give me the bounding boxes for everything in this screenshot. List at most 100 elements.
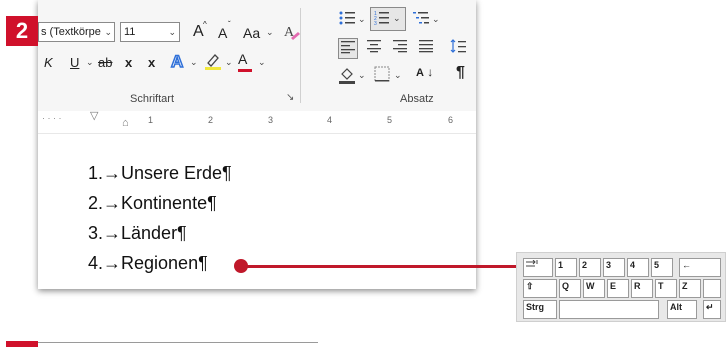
paragraph-group-label: Absatz (400, 93, 434, 105)
bullets-button[interactable] (338, 10, 356, 29)
font-size-value: 11 (124, 26, 136, 38)
line-spacing-button[interactable] (450, 38, 466, 57)
step-number-badge: 2 (6, 16, 38, 46)
chevron-down-icon: ⌄ (358, 14, 366, 24)
key-1: 1 (555, 258, 577, 277)
align-right-button[interactable] (392, 39, 408, 56)
align-center-button[interactable] (366, 39, 382, 56)
clear-formatting-button[interactable]: A (282, 22, 300, 45)
font-color-letter: A (238, 51, 248, 67)
list-item[interactable]: 2.→Kontinente¶ (88, 193, 217, 214)
font-color-button[interactable]: A (238, 51, 252, 72)
callout-line (242, 265, 516, 268)
shading-button[interactable] (338, 66, 356, 87)
highlight-button[interactable] (204, 52, 222, 73)
paint-bucket-icon (339, 68, 355, 84)
keyboard-illustration: 1 2 3 4 5 ← ⇧ Q W E R T Z Strg Alt ↵ (516, 252, 726, 322)
svg-text:A: A (171, 52, 183, 69)
ruler-tick-label: 3 (268, 115, 274, 125)
list-item[interactable]: 4.→Regionen¶ (88, 253, 208, 274)
align-left-button[interactable] (338, 38, 358, 59)
underline-button[interactable]: U (70, 55, 79, 70)
borders-icon (374, 66, 390, 82)
key-e: E (607, 279, 629, 298)
ruler-tick-label: 4 (327, 115, 333, 125)
numbering-button[interactable]: 1 2 3 ⌄ (370, 7, 406, 31)
highlighter-icon (205, 54, 221, 70)
key-2: 2 (579, 258, 601, 277)
key-q: Q (559, 279, 581, 298)
chevron-down-icon: ⌄ (258, 57, 266, 67)
key-4: 4 (627, 258, 649, 277)
subscript-button[interactable]: x (125, 55, 132, 70)
strikethrough-button[interactable]: ab (98, 55, 112, 70)
list-item[interactable]: 1.→Unsere Erde¶ (88, 163, 232, 184)
word-screenshot: s (Textkörpe ⌄ 11 ⌄ A ^ A ˇ Aa ⌄ A K U ⌄… (38, 0, 476, 289)
chevron-down-icon: ⌄ (86, 57, 94, 67)
text-effects-icon: A (170, 51, 184, 72)
sort-arrow-icon: ↓ (427, 65, 434, 79)
grow-arrow-icon: ^ (203, 20, 207, 29)
chevron-down-icon: ⌄ (266, 27, 274, 37)
chevron-down-icon: ⌄ (168, 27, 176, 37)
ribbon-separator (300, 8, 301, 103)
indent-marker-icon[interactable]: ▽ (90, 109, 98, 122)
key-ctrl: Strg (523, 300, 557, 319)
tab-icon (526, 259, 538, 267)
multilevel-list-icon (413, 12, 429, 24)
clear-formatting-icon: A (284, 25, 300, 40)
key-shift: ⇧ (523, 279, 557, 298)
sort-letter: A (416, 67, 424, 79)
chevron-down-icon: ⌄ (394, 70, 402, 80)
key-enter: ↵ (703, 300, 721, 319)
key-r: R (631, 279, 653, 298)
line-spacing-icon (450, 39, 466, 53)
justify-icon (419, 40, 433, 53)
next-screenshot-edge (38, 342, 318, 348)
chevron-down-icon: ⌄ (225, 57, 233, 67)
ruler-tick-label: 5 (387, 115, 393, 125)
text-effects-button[interactable]: A (170, 51, 188, 72)
shrink-arrow-icon: ˇ (228, 20, 231, 29)
shrink-font-button[interactable]: A (218, 25, 227, 41)
font-dialog-launcher-icon[interactable]: ↘ (286, 92, 294, 103)
key-w: W (583, 279, 605, 298)
chevron-down-icon: ⌄ (432, 14, 440, 24)
font-size-box[interactable]: 11 ⌄ (120, 22, 180, 42)
chevron-down-icon: ⌄ (104, 27, 112, 37)
font-name-box[interactable]: s (Textkörpe ⌄ (38, 22, 115, 42)
font-name-value: s (Textkörpe (41, 26, 101, 38)
key-t: T (655, 279, 677, 298)
hanging-indent-icon[interactable]: ⌂ (122, 117, 129, 129)
italic-button[interactable]: K (44, 55, 53, 70)
svg-text:⌄: ⌄ (393, 13, 401, 23)
svg-text:3: 3 (374, 21, 377, 26)
font-group-label: Schriftart (130, 93, 175, 105)
ruler-dots: · · · · (42, 113, 62, 123)
list-item[interactable]: 3.→Länder¶ (88, 223, 187, 244)
align-left-icon (341, 41, 355, 54)
chevron-down-icon: ⌄ (190, 57, 198, 67)
sort-button[interactable]: A ↓ (416, 65, 433, 79)
superscript-button[interactable]: x (148, 55, 155, 70)
multilevel-list-button[interactable] (412, 10, 430, 29)
font-color-bar (238, 69, 252, 72)
ruler-tick-label: 1 (148, 115, 154, 125)
ruler-tick-label: 2 (208, 115, 214, 125)
ruler: · · · · ▽ ⌂ 1 2 3 4 5 6 (38, 109, 476, 134)
align-right-icon (393, 40, 407, 53)
key-3: 3 (603, 258, 625, 277)
key-enter-top (703, 279, 721, 298)
key-backspace: ← (679, 258, 721, 277)
key-alt: Alt (667, 300, 697, 319)
ruler-tick-label: 6 (448, 115, 454, 125)
callout-dot (234, 259, 248, 273)
numbering-icon: 123⌄ (374, 11, 401, 27)
change-case-button[interactable]: Aa (243, 25, 260, 41)
justify-button[interactable] (418, 39, 434, 56)
key-tab (523, 258, 553, 277)
borders-button[interactable] (374, 66, 390, 85)
ribbon: s (Textkörpe ⌄ 11 ⌄ A ^ A ˇ Aa ⌄ A K U ⌄… (38, 0, 476, 112)
show-marks-button[interactable]: ¶ (456, 64, 465, 82)
key-5: 5 (651, 258, 673, 277)
